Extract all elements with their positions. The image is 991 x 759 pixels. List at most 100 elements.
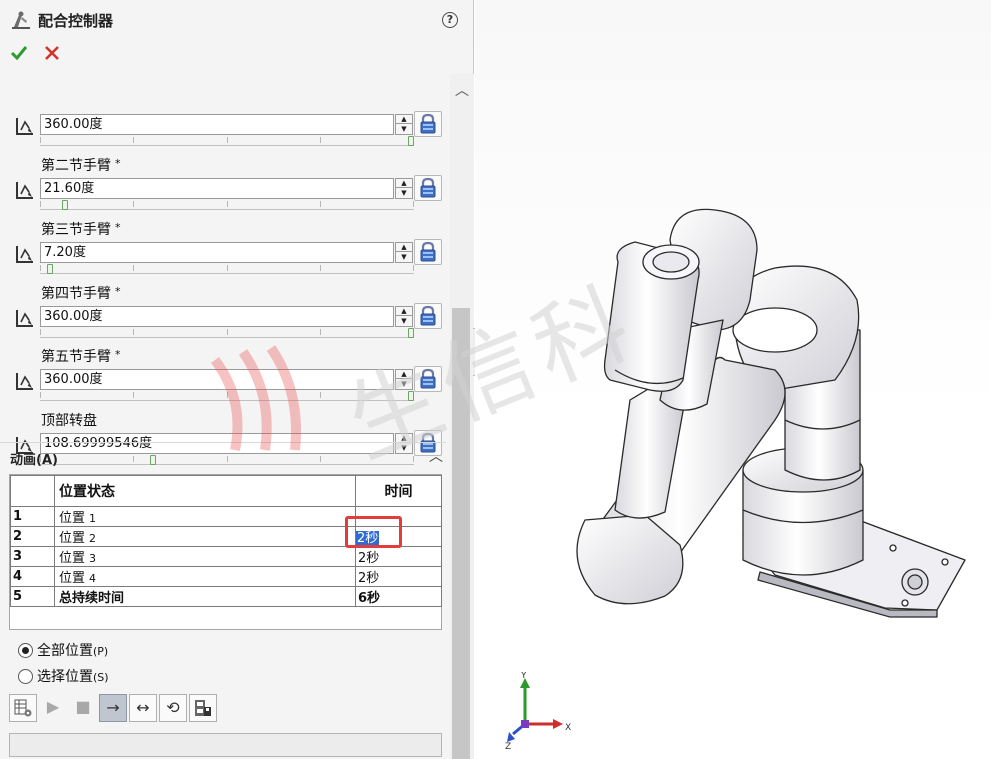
- row-number: 5: [10, 586, 55, 607]
- slider-tick: [40, 392, 41, 398]
- mate-value-input[interactable]: 7.20度: [40, 242, 394, 263]
- collapse-chevron-icon[interactable]: ︿: [429, 446, 443, 466]
- spinner-down-icon[interactable]: ▼: [396, 317, 412, 326]
- table-row[interactable]: 4 位置 4 2秒: [10, 566, 442, 587]
- mate-slider[interactable]: [40, 328, 414, 338]
- value-spinner[interactable]: ▲ ▼: [395, 306, 413, 327]
- stop-icon[interactable]: ■: [69, 694, 97, 722]
- value-spinner[interactable]: ▲ ▼: [395, 242, 413, 263]
- robot-arm-model[interactable]: [475, 0, 991, 759]
- spinner-up-icon[interactable]: ▲: [396, 370, 412, 379]
- spinner-down-icon[interactable]: ▼: [396, 380, 412, 389]
- spinner-up-icon[interactable]: ▲: [396, 115, 412, 124]
- scrollbar-thumb[interactable]: [452, 308, 470, 759]
- slider-thumb[interactable]: [408, 328, 414, 338]
- spinner-down-icon[interactable]: ▼: [396, 253, 412, 262]
- mate-value-input[interactable]: 21.60度: [40, 178, 394, 199]
- save-animation-button[interactable]: [189, 694, 217, 722]
- mate-value-input[interactable]: 360.00度: [40, 369, 394, 390]
- axis-x-label: X: [565, 723, 571, 733]
- lock-icon: [420, 368, 436, 389]
- lock-button[interactable]: [414, 366, 442, 392]
- play-once-icon[interactable]: →: [99, 694, 127, 722]
- spinner-up-icon[interactable]: ▲: [396, 307, 412, 316]
- slider-tick: [40, 137, 41, 143]
- table-row[interactable]: 1 位置 1: [10, 506, 442, 527]
- loop-icon[interactable]: ⟲: [159, 694, 187, 722]
- row-state[interactable]: 位置 1: [54, 506, 356, 527]
- mate-slider[interactable]: [40, 136, 414, 146]
- mate-label-text: 第五节手臂: [41, 349, 111, 365]
- slider-tick: [227, 137, 228, 143]
- cancel-button[interactable]: [43, 44, 61, 62]
- angle-mate-icon: [16, 373, 33, 390]
- ok-button[interactable]: [10, 44, 28, 62]
- mate-slider[interactable]: [40, 264, 414, 274]
- play-icon[interactable]: ▶: [39, 694, 67, 722]
- row-state-number: 4: [89, 572, 97, 585]
- value-spinner[interactable]: ▲ ▼: [395, 178, 413, 199]
- row-time-selected-text[interactable]: 2秒: [356, 531, 380, 546]
- row-state-text: 位置: [59, 511, 86, 526]
- row-state-text: 位置: [59, 571, 86, 586]
- row-time: 6秒: [355, 586, 442, 607]
- row-time[interactable]: 2秒: [355, 566, 442, 587]
- value-spinner[interactable]: ▲ ▼: [395, 114, 413, 135]
- radio-select-positions[interactable]: 选择位置(S): [18, 666, 109, 686]
- lock-icon: [420, 305, 436, 326]
- spinner-up-icon[interactable]: ▲: [396, 243, 412, 252]
- spinner-down-icon[interactable]: ▼: [396, 125, 412, 134]
- mate-label-text: 第三节手臂: [41, 222, 111, 238]
- slider-thumb[interactable]: [62, 200, 68, 210]
- graphics-viewport[interactable]: 生信科 Y X Z: [210, 0, 991, 759]
- mate-label-text: 第二节手臂: [41, 158, 111, 174]
- calculate-animation-button[interactable]: [9, 694, 37, 722]
- mate-label-text: 顶部转盘: [41, 413, 97, 429]
- row-state[interactable]: 位置 2: [54, 526, 356, 547]
- slider-tick: [40, 201, 41, 207]
- lock-button[interactable]: [414, 111, 442, 137]
- slider-tick: [227, 392, 228, 398]
- lock-button[interactable]: [414, 175, 442, 201]
- table-row[interactable]: 3 位置 3 2秒: [10, 546, 442, 567]
- coordinate-triad: Y X Z: [505, 672, 571, 752]
- slider-tick: [40, 329, 41, 335]
- scroll-up-icon[interactable]: ︿: [453, 80, 471, 99]
- slider-thumb[interactable]: [47, 264, 53, 274]
- mate-slider[interactable]: [40, 200, 414, 210]
- panel-scrollbar[interactable]: ︿: [450, 74, 474, 759]
- table-row[interactable]: 2 位置 2 2秒: [10, 526, 442, 547]
- slider-tick: [40, 265, 41, 271]
- row-state[interactable]: 位置 4: [54, 566, 356, 587]
- table-header-state: 位置状态: [54, 475, 356, 507]
- value-spinner[interactable]: ▲ ▼: [395, 369, 413, 390]
- lock-button[interactable]: [414, 239, 442, 265]
- animation-slider-bar[interactable]: [9, 733, 442, 757]
- mate-value-input[interactable]: 360.00度: [40, 306, 394, 327]
- spinner-up-icon[interactable]: ▲: [396, 179, 412, 188]
- animation-section-header[interactable]: 动画(A) ︿: [0, 442, 446, 470]
- radio-all-positions-button[interactable]: [18, 642, 33, 658]
- panel-title: 配合控制器: [38, 11, 114, 30]
- radio-all-positions[interactable]: 全部位置(P): [18, 640, 108, 660]
- row-time[interactable]: [355, 506, 442, 527]
- film-save-icon: [195, 700, 211, 716]
- reciprocate-icon[interactable]: ↔: [129, 694, 157, 722]
- mate-slider[interactable]: [40, 391, 414, 401]
- mate-value-input[interactable]: 360.00度: [40, 114, 394, 135]
- radio-select-positions-button[interactable]: [18, 668, 33, 684]
- help-icon[interactable]: ?: [442, 12, 458, 28]
- spinner-down-icon[interactable]: ▼: [396, 189, 412, 198]
- row-state[interactable]: 位置 3: [54, 546, 356, 567]
- lock-button[interactable]: [414, 303, 442, 329]
- row-time-editing[interactable]: 2秒: [355, 526, 442, 547]
- required-marker: *: [115, 285, 121, 298]
- angle-mate-icon: [16, 246, 33, 263]
- row-state-text: 位置: [59, 531, 86, 546]
- slider-tick: [133, 329, 134, 335]
- slider-thumb[interactable]: [408, 136, 414, 146]
- slider-thumb[interactable]: [408, 391, 414, 401]
- row-time[interactable]: 2秒: [355, 546, 442, 567]
- row-state-number: 3: [89, 552, 97, 565]
- lock-icon: [420, 177, 436, 198]
